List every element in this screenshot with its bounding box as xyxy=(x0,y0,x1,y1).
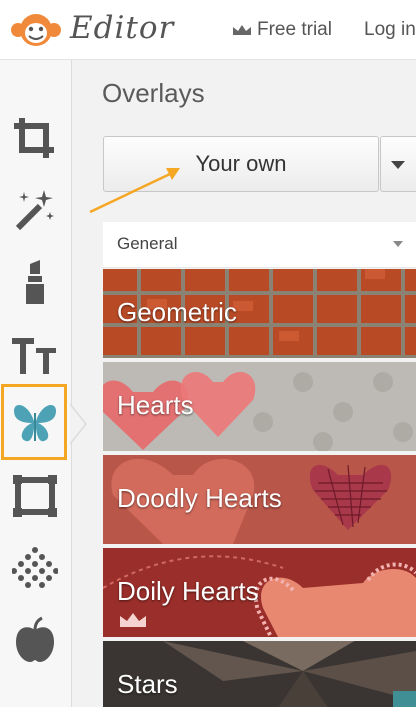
crop-icon xyxy=(14,118,54,158)
sort-icon xyxy=(393,241,403,247)
apple-icon xyxy=(16,616,54,662)
overlay-name: Doodly Hearts xyxy=(117,483,282,513)
overlay-name: Doily Hearts xyxy=(117,576,259,606)
tool-text[interactable] xyxy=(0,318,70,390)
tool-overlays[interactable] xyxy=(1,384,67,460)
text-icon xyxy=(12,338,56,374)
texture-icon xyxy=(12,547,58,588)
tool-touch-up[interactable] xyxy=(0,246,70,318)
overlay-list: General Geometric Hearts Doodly Hearts D… xyxy=(103,222,416,707)
premium-crown-icon xyxy=(120,613,146,627)
overlay-item-stars[interactable]: Stars xyxy=(103,641,416,707)
tool-textures[interactable] xyxy=(0,532,70,604)
tool-frames[interactable] xyxy=(0,460,70,532)
frame-icon xyxy=(13,475,57,517)
overlay-item-doodly-hearts[interactable]: Doodly Hearts xyxy=(103,455,416,544)
tool-crop[interactable] xyxy=(0,102,70,174)
annotation-arrow xyxy=(89,168,180,214)
tool-stickers[interactable] xyxy=(0,604,70,676)
overlay-item-doily-hearts[interactable]: Doily Hearts xyxy=(103,548,416,637)
overlay-name: Hearts xyxy=(117,390,194,420)
overlay-name: Stars xyxy=(117,669,178,699)
category-label: General xyxy=(117,234,178,253)
monkey-logo-icon[interactable] xyxy=(10,12,62,48)
crown-icon xyxy=(233,24,251,35)
overlay-name: Geometric xyxy=(117,297,237,327)
panel-title: Overlays xyxy=(102,78,205,108)
app-title[interactable]: Editor xyxy=(70,10,174,46)
butterfly-icon xyxy=(14,405,56,442)
category-filter[interactable]: General xyxy=(103,222,416,268)
free-trial-link[interactable]: Free trial xyxy=(232,19,332,41)
overlay-item-geometric[interactable]: Geometric xyxy=(103,269,416,358)
login-link[interactable]: Log in xyxy=(364,19,416,41)
active-tool-pointer xyxy=(70,404,87,444)
free-trial-label: Free trial xyxy=(257,19,332,40)
lipstick-icon xyxy=(26,260,44,304)
tool-effects[interactable] xyxy=(0,174,70,246)
top-bar: Editor Free trial Log in xyxy=(0,0,416,60)
magic-wand-icon xyxy=(15,190,54,231)
tool-sidebar xyxy=(0,60,72,707)
chevron-down-icon xyxy=(391,161,405,169)
overlay-item-hearts[interactable]: Hearts xyxy=(103,362,416,451)
dropdown-toggle-button[interactable] xyxy=(380,136,416,192)
